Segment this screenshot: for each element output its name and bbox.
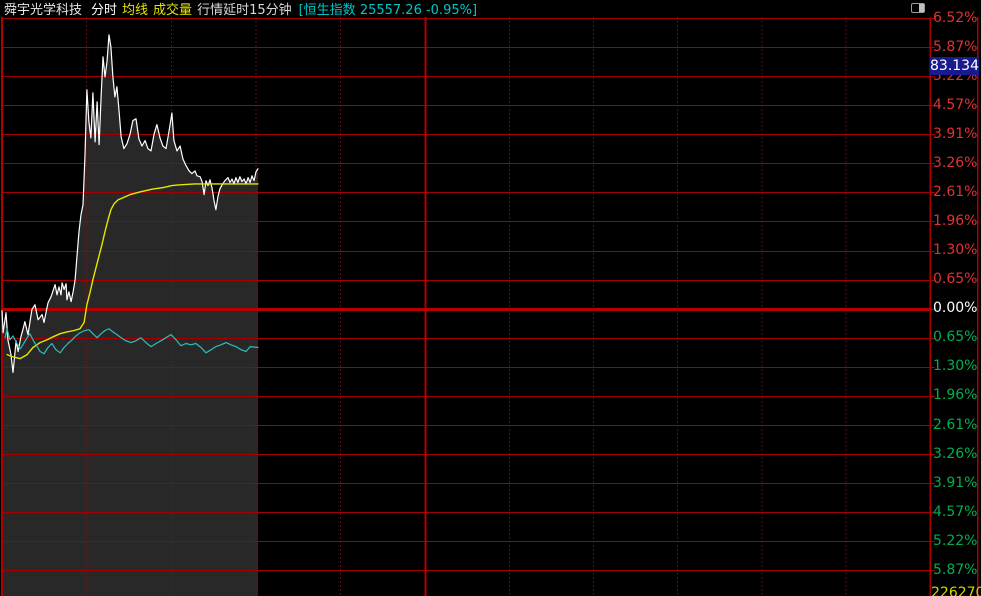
axis-label: 2.61%: [933, 184, 979, 201]
axis-label: 1.30%: [933, 242, 979, 259]
axis-label: 3.91%: [933, 475, 979, 492]
axis-label: 5.22%: [933, 533, 979, 550]
axis-label: 1.30%: [933, 358, 979, 375]
tab-volume[interactable]: 成交量: [153, 0, 192, 18]
panel-toggle-fill: [919, 4, 924, 12]
axis-label: 5.87%: [933, 562, 979, 579]
intraday-chart[interactable]: [0, 17, 981, 596]
axis-label: 4.57%: [933, 97, 979, 114]
index-ticker[interactable]: [恒生指数 25557.26 -0.95%]: [299, 0, 477, 18]
axis-label: 4.57%: [933, 504, 979, 521]
axis-label: 3.26%: [933, 155, 979, 172]
tab-moving-average[interactable]: 均线: [122, 0, 148, 18]
axis-label: 0.65%: [933, 329, 979, 346]
tab-intraday[interactable]: 分时: [91, 0, 117, 18]
axis-label: 1.96%: [933, 213, 979, 230]
trading-app-window: 舜宇光学科技 分时 均线 成交量 行情延时15分钟 [恒生指数 25557.26…: [0, 0, 981, 596]
axis-label: 1.96%: [933, 387, 979, 404]
delay-notice: 行情延时15分钟: [197, 0, 292, 18]
axis-label: 6.52%: [933, 10, 979, 27]
axis-label: 5.87%: [933, 39, 979, 56]
axis-label: 2.61%: [933, 417, 979, 434]
axis-label: 3.91%: [933, 126, 979, 143]
stock-name: 舜宇光学科技: [4, 0, 82, 18]
price-badge: 83.134: [930, 57, 979, 75]
volume-axis-value: 226270: [931, 585, 981, 596]
axis-label: 0.65%: [933, 271, 979, 288]
axis-label: 0.00%: [933, 300, 979, 317]
panel-toggle-icon[interactable]: [911, 3, 925, 13]
axis-label: 3.26%: [933, 446, 979, 463]
chart-header: 舜宇光学科技 分时 均线 成交量 行情延时15分钟 [恒生指数 25557.26…: [4, 0, 477, 17]
